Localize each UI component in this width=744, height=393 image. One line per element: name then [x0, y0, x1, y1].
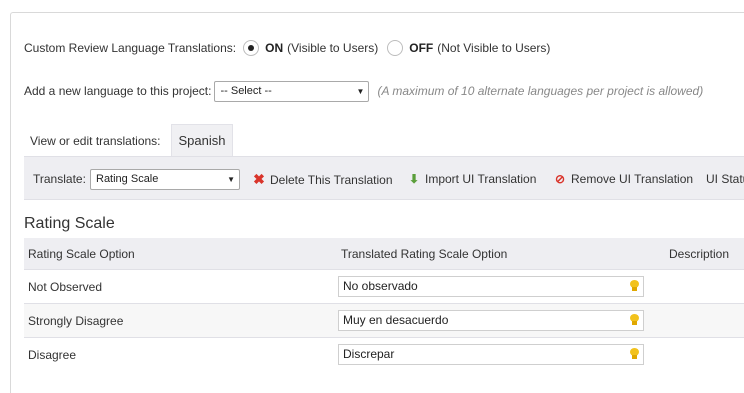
radio-off-desc: (Not Visible to Users): [437, 41, 551, 55]
chevron-down-icon: ▼: [356, 86, 365, 96]
translation-input-value: No observado: [343, 279, 418, 293]
remove-ui-translation-button[interactable]: ⊘ Remove UI Translation: [553, 171, 693, 187]
add-language-hint: (A maximum of 10 alternate languages per…: [377, 84, 704, 98]
radio-off-label[interactable]: OFF: [409, 41, 433, 55]
delete-translation-label: Delete This Translation: [270, 173, 393, 187]
radio-on-desc: (Visible to Users): [287, 41, 379, 55]
translation-toolbar: Translate: Rating Scale ▼ ✖ Delete This T…: [24, 156, 744, 200]
delete-translation-button[interactable]: ✖ Delete This Translation: [252, 171, 393, 187]
rating-scale-table: Rating Scale Option Translated Rating Sc…: [24, 238, 744, 371]
section-title: Rating Scale: [24, 215, 115, 232]
tab-spanish[interactable]: Spanish: [171, 124, 233, 156]
translation-input-value: Discrepar: [343, 347, 395, 361]
description-cell: [665, 303, 744, 338]
table-row: Not Observed No observado: [24, 269, 744, 304]
column-header-option: Rating Scale Option: [24, 238, 337, 270]
translation-input[interactable]: No observado: [338, 276, 644, 297]
import-ui-translation-button[interactable]: ⬇ Import UI Translation: [407, 171, 536, 187]
translated-cell: Muy en desacuerdo: [337, 303, 665, 338]
option-cell: Disagree: [24, 337, 337, 371]
translate-select[interactable]: Rating Scale ▼: [90, 169, 240, 190]
table-row: Strongly Disagree Muy en desacuerdo: [24, 303, 744, 338]
close-icon: ✖: [253, 171, 265, 187]
radio-off[interactable]: [387, 40, 404, 56]
lightbulb-icon[interactable]: [630, 314, 639, 325]
option-cell: Strongly Disagree: [24, 303, 337, 338]
translate-select-value: Rating Scale: [96, 173, 159, 185]
remove-ui-translation-label: Remove UI Translation: [571, 172, 694, 186]
add-language-row: Add a new language to this project: -- S…: [24, 80, 703, 102]
lightbulb-icon[interactable]: [630, 348, 639, 359]
review-translations-label: Custom Review Language Translations:: [24, 41, 237, 55]
translate-label: Translate:: [33, 172, 86, 186]
column-header-translated: Translated Rating Scale Option: [337, 238, 665, 270]
radio-on-label[interactable]: ON: [265, 41, 283, 55]
import-ui-translation-label: Import UI Translation: [425, 172, 537, 186]
ban-icon: ⊘: [554, 172, 566, 186]
add-language-label: Add a new language to this project:: [24, 84, 212, 98]
translation-input[interactable]: Discrepar: [338, 344, 644, 365]
add-language-select-value: -- Select --: [220, 84, 272, 97]
description-cell: [665, 269, 744, 304]
review-translations-row: Custom Review Language Translations: ON …: [24, 40, 550, 56]
description-cell: [665, 337, 744, 371]
translated-cell: Discrepar: [337, 337, 665, 371]
lightbulb-icon[interactable]: [630, 280, 639, 291]
view-edit-label: View or edit translations:: [30, 134, 161, 148]
table-header-row: Rating Scale Option Translated Rating Sc…: [24, 238, 744, 270]
chevron-down-icon: ▼: [227, 175, 235, 184]
translated-cell: No observado: [337, 269, 665, 304]
ui-status-button[interactable]: UI Statu: [706, 171, 744, 187]
translation-input-value: Muy en desacuerdo: [343, 313, 449, 327]
radio-on[interactable]: [243, 40, 260, 56]
download-icon: ⬇: [408, 172, 420, 186]
column-header-description: Description: [665, 238, 744, 270]
add-language-select[interactable]: -- Select -- ▼: [214, 80, 370, 102]
option-cell: Not Observed: [24, 269, 337, 304]
table-row: Disagree Discrepar: [24, 337, 744, 371]
translation-input[interactable]: Muy en desacuerdo: [338, 310, 644, 331]
